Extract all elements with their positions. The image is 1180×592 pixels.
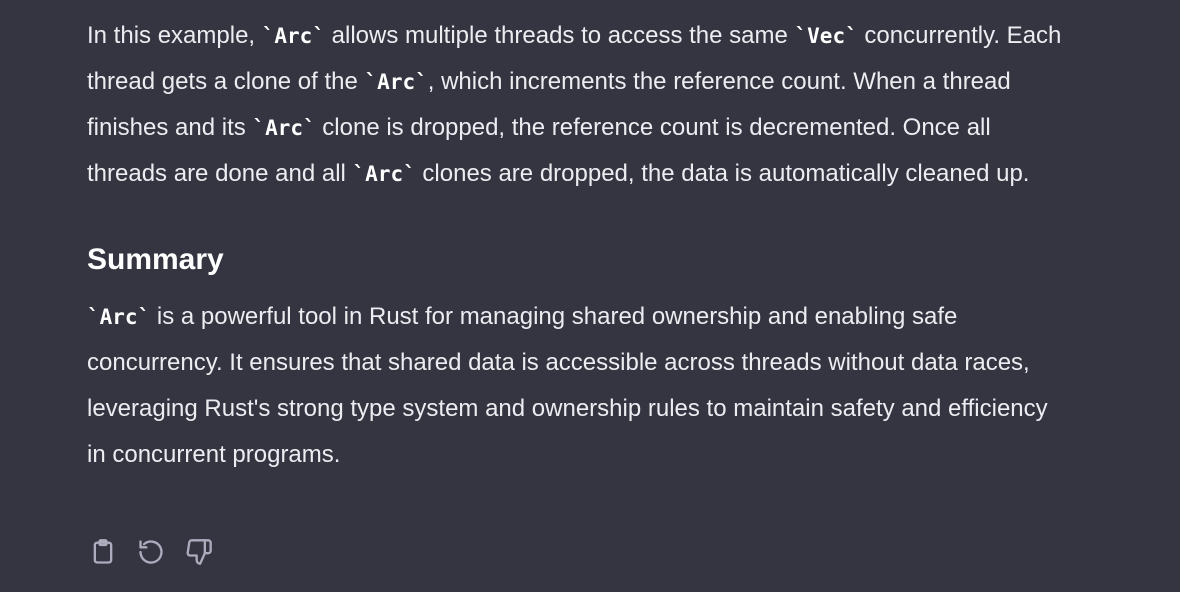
- dislike-button[interactable]: [184, 536, 214, 568]
- inline-code: `Arc`: [352, 162, 416, 186]
- assistant-message: In this example, `Arc` allows multiple t…: [87, 0, 1067, 478]
- clipboard-icon: [93, 539, 113, 564]
- section-heading: Summary: [87, 243, 224, 276]
- inline-code: `Vec`: [794, 24, 858, 48]
- refresh-icon: [139, 540, 163, 564]
- text-span: allows multiple threads to access the sa…: [324, 22, 795, 49]
- regenerate-button[interactable]: [136, 536, 166, 568]
- text-span: In this example,: [87, 22, 262, 49]
- copy-button[interactable]: [88, 536, 118, 568]
- inline-code: `Arc`: [252, 116, 316, 140]
- text-span: clones are dropped, the data is automati…: [415, 160, 1030, 187]
- inline-code: `Arc`: [87, 305, 151, 329]
- message-actions: [88, 536, 214, 568]
- message-paragraph: `Arc` is a powerful tool in Rust for man…: [87, 294, 1067, 478]
- inline-code: `Arc`: [364, 70, 428, 94]
- inline-code: `Arc`: [261, 24, 325, 48]
- message-paragraph: In this example, `Arc` allows multiple t…: [87, 13, 1067, 197]
- thumbs-down-icon: [186, 539, 212, 565]
- text-span: is a powerful tool in Rust for managing …: [87, 303, 1048, 468]
